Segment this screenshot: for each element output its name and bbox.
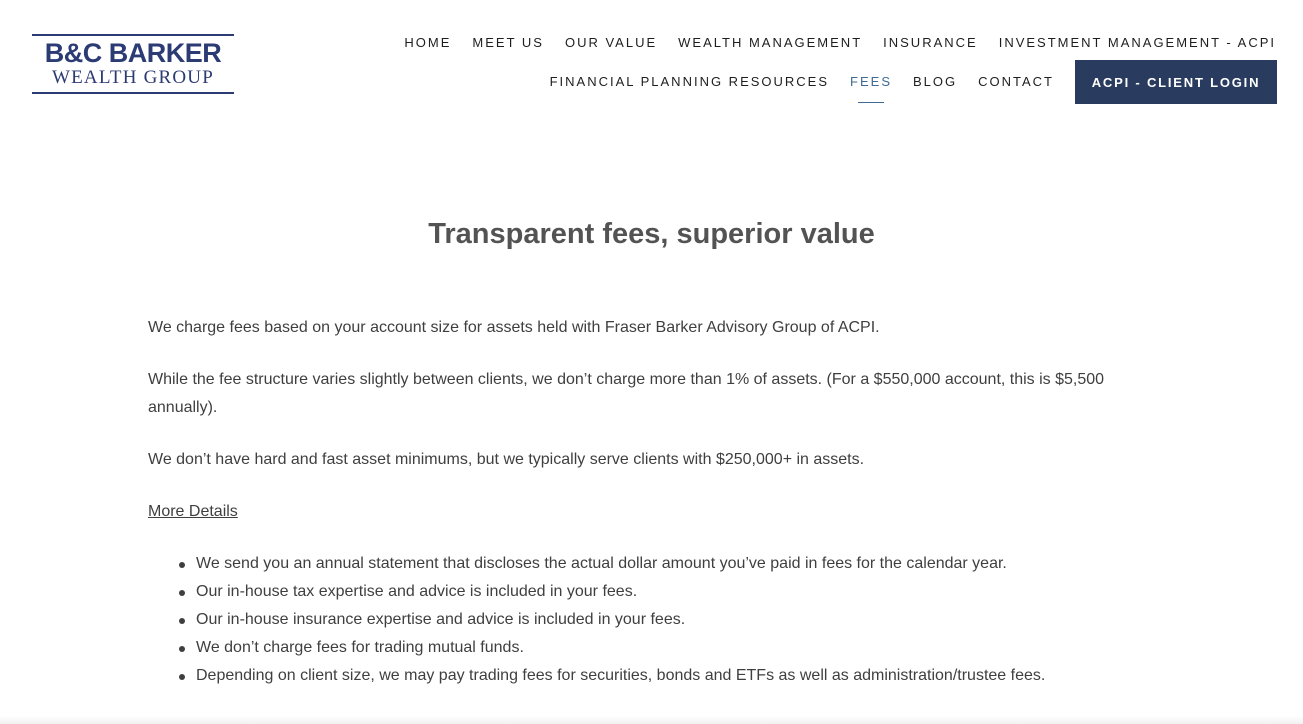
nav-meet-us[interactable]: MEET US (472, 34, 544, 52)
client-login-button[interactable]: ACPI - CLIENT LOGIN (1075, 60, 1277, 104)
logo-line2: WEALTH GROUP (51, 67, 214, 88)
fees-paragraph-3: We don’t have hard and fast asset minimu… (148, 451, 865, 468)
list-item: Our in-house insurance expertise and adv… (176, 606, 1158, 634)
nav-fees[interactable]: FEES (850, 60, 892, 104)
fees-paragraph-2: While the fee structure varies slightly … (148, 371, 1105, 416)
primary-nav-row2: FINANCIAL PLANNING RESOURCES FEES BLOG C… (529, 60, 1277, 104)
more-details-link[interactable]: More Details (148, 498, 238, 526)
page-bottom-edge (0, 716, 1303, 724)
logo-top-rule (32, 34, 234, 36)
list-item: Depending on client size, we may pay tra… (176, 662, 1158, 690)
fee-details-list: We send you an annual statement that dis… (176, 550, 1158, 690)
nav-insurance[interactable]: INSURANCE (883, 34, 978, 52)
nav-our-value[interactable]: OUR VALUE (565, 34, 657, 52)
logo-bottom-rule (32, 92, 234, 94)
nav-home[interactable]: HOME (404, 34, 451, 52)
nav-contact[interactable]: CONTACT (978, 60, 1054, 104)
nav-blog[interactable]: BLOG (913, 60, 957, 104)
fees-paragraph-1: We charge fees based on your account siz… (148, 319, 880, 336)
nav-wealth-management[interactable]: WEALTH MANAGEMENT (678, 34, 862, 52)
fees-content: We charge fees based on your account siz… (148, 314, 1158, 690)
primary-nav-row1: HOME MEET US OUR VALUE WEALTH MANAGEMENT… (383, 34, 1276, 52)
page-title: Transparent fees, superior value (428, 218, 875, 250)
list-item: Our in-house tax expertise and advice is… (176, 578, 1158, 606)
site-header: B&C BARKER WEALTH GROUP HOME MEET US OUR… (0, 0, 1303, 130)
logo-line1: B&C BARKER (44, 38, 222, 68)
nav-financial-planning-resources[interactable]: FINANCIAL PLANNING RESOURCES (550, 60, 829, 104)
list-item: We don’t charge fees for trading mutual … (176, 634, 1158, 662)
list-item: We send you an annual statement that dis… (176, 550, 1158, 578)
logo[interactable]: B&C BARKER WEALTH GROUP (32, 34, 234, 96)
nav-investment-management-acpi[interactable]: INVESTMENT MANAGEMENT - ACPI (999, 34, 1276, 52)
